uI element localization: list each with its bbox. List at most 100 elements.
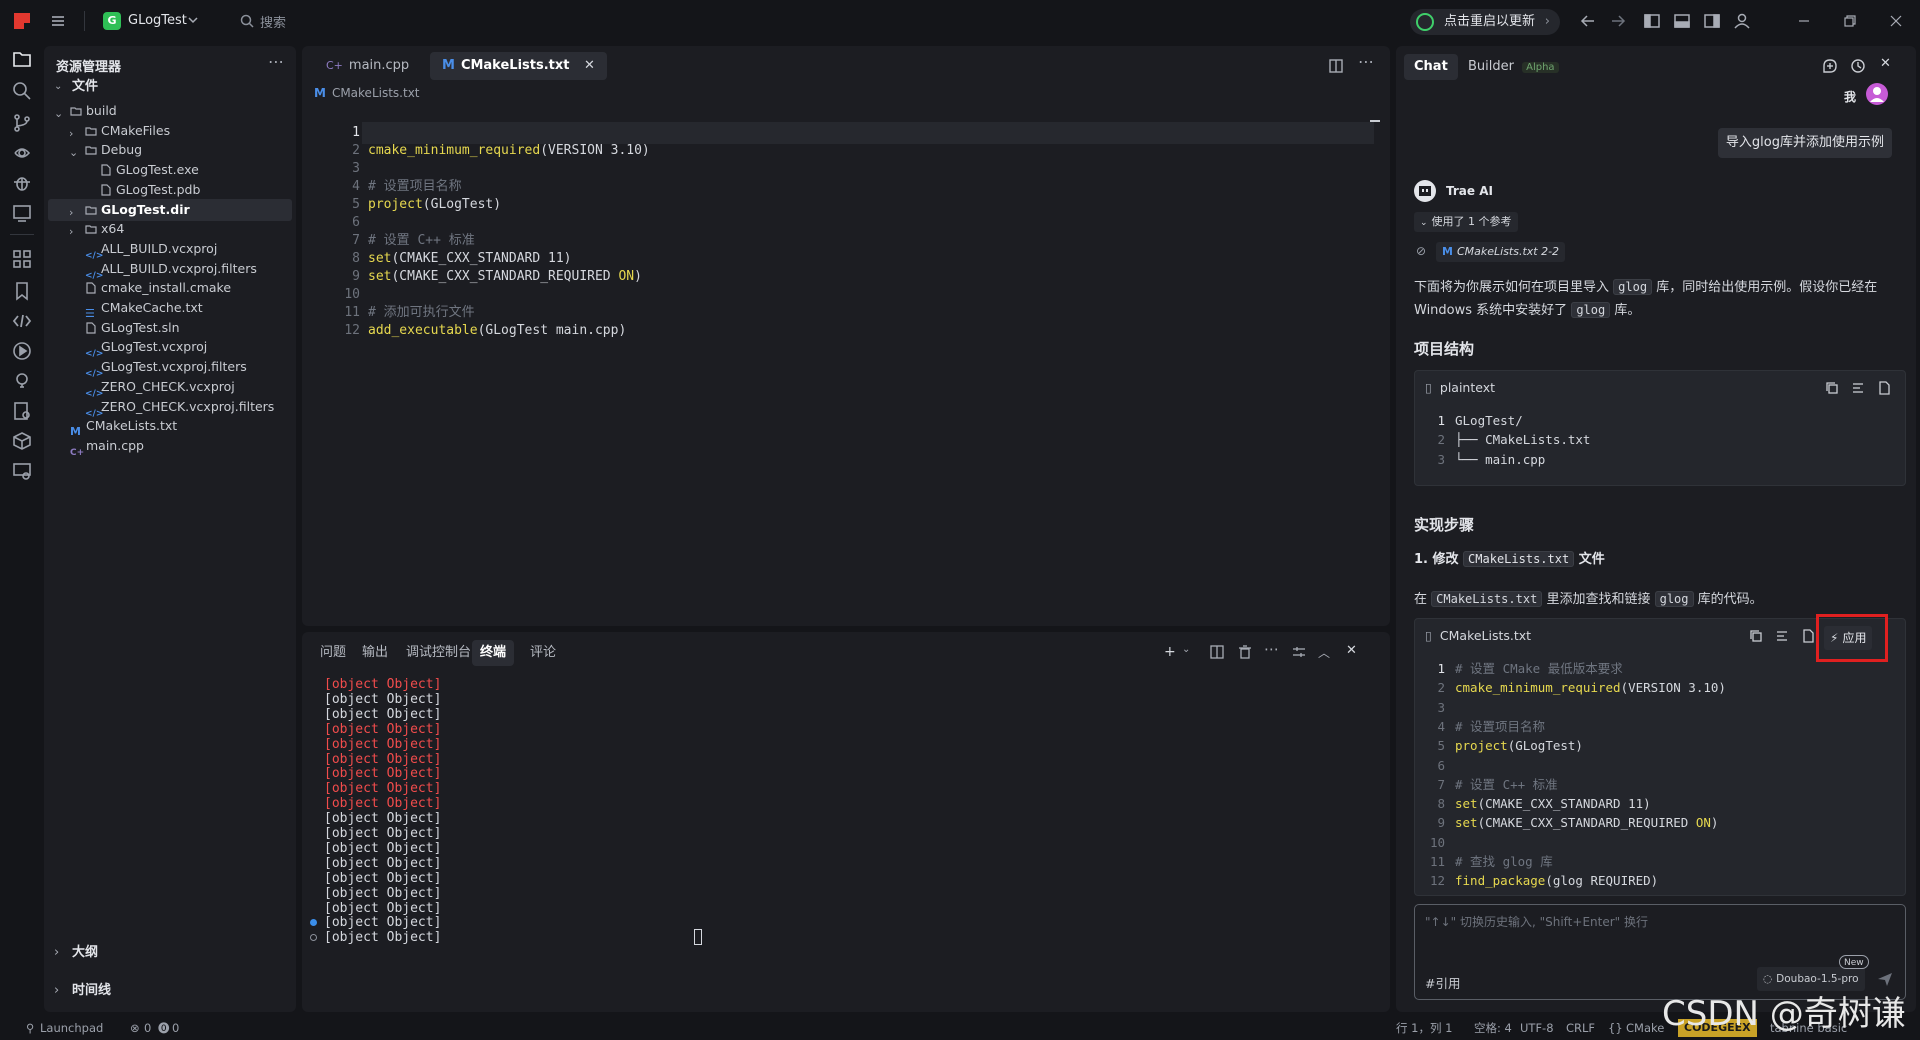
language-mode[interactable]: CMake bbox=[1626, 1016, 1664, 1040]
remote-explorer-icon[interactable] bbox=[11, 460, 33, 482]
extensions-icon[interactable] bbox=[11, 248, 33, 270]
more-actions-icon[interactable]: ⋯ bbox=[268, 52, 284, 71]
tree-file[interactable]: GLogTest.sln bbox=[48, 317, 292, 339]
lightbulb-icon[interactable] bbox=[11, 370, 33, 392]
back-arrow-icon[interactable] bbox=[1578, 11, 1598, 31]
section-files-header[interactable]: ⌄ 文件 bbox=[52, 76, 288, 98]
references-toggle[interactable]: ⌄ 使用了 1 个参考 bbox=[1414, 212, 1518, 232]
tab-builder[interactable]: Builder Alpha bbox=[1468, 54, 1559, 80]
chevron-down-icon[interactable] bbox=[186, 13, 206, 33]
tree-file[interactable]: M CMakeLists.txt bbox=[48, 415, 292, 438]
new-file-icon[interactable] bbox=[1801, 629, 1815, 643]
remote-icon[interactable] bbox=[11, 142, 33, 164]
bookmark-icon[interactable] bbox=[11, 280, 33, 302]
launchpad-button[interactable]: Launchpad bbox=[40, 1016, 103, 1040]
new-terminal-icon[interactable]: + bbox=[1164, 644, 1176, 660]
panel-tab[interactable]: 输出 bbox=[354, 640, 396, 666]
restore-icon[interactable] bbox=[1840, 11, 1860, 31]
search-input[interactable]: 搜索 bbox=[260, 12, 286, 31]
tree-file[interactable]: </> ZERO_CHECK.vcxproj bbox=[48, 376, 292, 399]
close-tab-icon[interactable]: ✕ bbox=[584, 58, 595, 73]
cursor-position[interactable]: 行 1，列 1 bbox=[1396, 1016, 1452, 1040]
split-editor-icon[interactable] bbox=[1328, 58, 1344, 74]
close-window-icon[interactable] bbox=[1886, 11, 1906, 31]
insert-icon[interactable] bbox=[1775, 629, 1789, 643]
tab-chat[interactable]: Chat bbox=[1404, 54, 1458, 80]
close-chat-icon[interactable]: ✕ bbox=[1880, 56, 1891, 71]
line-number: 1 bbox=[1437, 661, 1445, 676]
toggle-sidebar-icon[interactable] bbox=[1642, 11, 1662, 31]
encoding[interactable]: UTF-8 bbox=[1520, 1016, 1554, 1040]
workspace-name[interactable]: GLogTest bbox=[128, 13, 187, 28]
chevron-down-icon[interactable]: ⌄ bbox=[1182, 644, 1190, 655]
tree-item-label: CMakeFiles bbox=[101, 122, 171, 138]
tree-folder[interactable]: ⌄ Debug bbox=[48, 139, 292, 161]
tree-file[interactable]: C+ main.cpp bbox=[48, 435, 292, 458]
line-ending[interactable]: CRLF bbox=[1566, 1016, 1595, 1040]
minimize-icon[interactable] bbox=[1794, 11, 1814, 31]
explorer-icon[interactable] bbox=[11, 48, 33, 70]
insert-icon[interactable] bbox=[1851, 381, 1865, 395]
copy-icon[interactable] bbox=[1749, 629, 1763, 643]
panel-tab[interactable]: 调试控制台 bbox=[398, 640, 479, 666]
history-icon[interactable] bbox=[1850, 58, 1866, 74]
more-actions-icon[interactable]: ⋯ bbox=[1358, 52, 1374, 71]
tree-file[interactable]: cmake_install.cmake bbox=[48, 277, 292, 299]
bottom-panel: 问题 输出 调试控制台 终端 评论 + ⌄ ⋯ ︿ ✕ [object Object][… bbox=[302, 632, 1390, 1012]
new-chat-icon[interactable] bbox=[1822, 58, 1838, 74]
terminal-output[interactable]: [object Object] [object Object] [object Ob… bbox=[302, 676, 1382, 996]
tree-file[interactable]: ☰ CMakeCache.txt bbox=[48, 297, 292, 320]
warning-count[interactable]: 0 bbox=[172, 1016, 179, 1040]
debug-icon[interactable] bbox=[11, 172, 33, 194]
tree-folder[interactable]: › x64 bbox=[48, 218, 292, 240]
search-icon[interactable] bbox=[11, 80, 33, 102]
tree-folder[interactable]: › CMakeFiles bbox=[48, 120, 292, 142]
section-timeline-header[interactable]: › 时间线 bbox=[52, 980, 288, 1002]
reference-file-chip[interactable]: M CMakeLists.txt 2-2 bbox=[1436, 242, 1566, 262]
section-outline-header[interactable]: › 大纲 bbox=[52, 942, 288, 964]
run-icon[interactable] bbox=[11, 340, 33, 362]
settings-sliders-icon[interactable] bbox=[1292, 645, 1306, 659]
code-editor[interactable]: 1# 设置 CMake 最低版本要求2cmake_minimum_require… bbox=[302, 122, 1390, 612]
send-icon[interactable] bbox=[1877, 971, 1893, 987]
reference-button[interactable]: #引用 bbox=[1425, 973, 1460, 992]
indentation[interactable]: 空格: 4 bbox=[1474, 1016, 1512, 1040]
menu-icon[interactable] bbox=[48, 11, 68, 31]
tree-file[interactable]: GLogTest.pdb bbox=[48, 179, 292, 201]
forward-arrow-icon[interactable] bbox=[1608, 11, 1628, 31]
tree-file[interactable]: </> GLogTest.vcxproj.filters bbox=[48, 356, 292, 379]
restart-update-button[interactable]: 点击重启以更新 › bbox=[1410, 9, 1560, 35]
panel-tab[interactable]: 评论 bbox=[522, 640, 564, 666]
source-control-icon[interactable] bbox=[11, 112, 33, 134]
panel-tab[interactable]: 问题 bbox=[312, 640, 354, 666]
tab-cmakelists[interactable]: M CMakeLists.txt ✕ bbox=[430, 52, 607, 80]
trash-icon[interactable] bbox=[1238, 645, 1252, 659]
account-icon[interactable] bbox=[1732, 11, 1752, 31]
tree-file[interactable]: </> ZERO_CHECK.vcxproj.filters bbox=[48, 396, 292, 419]
tree-file[interactable]: </> GLogTest.vcxproj bbox=[48, 336, 292, 359]
toggle-panel-icon[interactable] bbox=[1672, 11, 1692, 31]
more-actions-icon[interactable]: ⋯ bbox=[1264, 640, 1279, 658]
new-file-icon[interactable] bbox=[1877, 381, 1891, 395]
package-icon[interactable] bbox=[11, 430, 33, 452]
tree-folder[interactable]: › GLogTest.dir bbox=[48, 198, 292, 221]
panel-tab[interactable]: 终端 bbox=[472, 640, 515, 666]
split-terminal-icon[interactable] bbox=[1210, 645, 1224, 659]
code-icon[interactable] bbox=[11, 310, 33, 332]
tree-file[interactable]: </> ALL_BUILD.vcxproj bbox=[48, 238, 292, 261]
error-count[interactable]: 0 bbox=[144, 1016, 151, 1040]
close-panel-icon[interactable]: ✕ bbox=[1346, 643, 1357, 658]
copy-icon[interactable] bbox=[1825, 381, 1839, 395]
maximize-panel-icon[interactable]: ︿ bbox=[1318, 644, 1330, 661]
tree-file[interactable]: GLogTest.exe bbox=[48, 159, 292, 181]
tree-folder[interactable]: ⌄ build bbox=[48, 100, 292, 122]
apply-button[interactable]: ⚡ 应用 bbox=[1824, 626, 1873, 650]
tree-item-label: ZERO_CHECK.vcxproj.filters bbox=[101, 398, 275, 414]
code-line[interactable]: 12 add_executable(GLogTest main.cpp) bbox=[302, 320, 1382, 342]
toggle-aux-panel-icon[interactable] bbox=[1702, 11, 1722, 31]
tab-main-cpp[interactable]: C+ main.cpp bbox=[314, 52, 421, 80]
test-icon[interactable] bbox=[11, 400, 33, 422]
tree-file[interactable]: </> ALL_BUILD.vcxproj.filters bbox=[48, 258, 292, 281]
breadcrumb[interactable]: M CMakeLists.txt bbox=[314, 86, 420, 100]
preview-icon[interactable] bbox=[11, 202, 33, 224]
